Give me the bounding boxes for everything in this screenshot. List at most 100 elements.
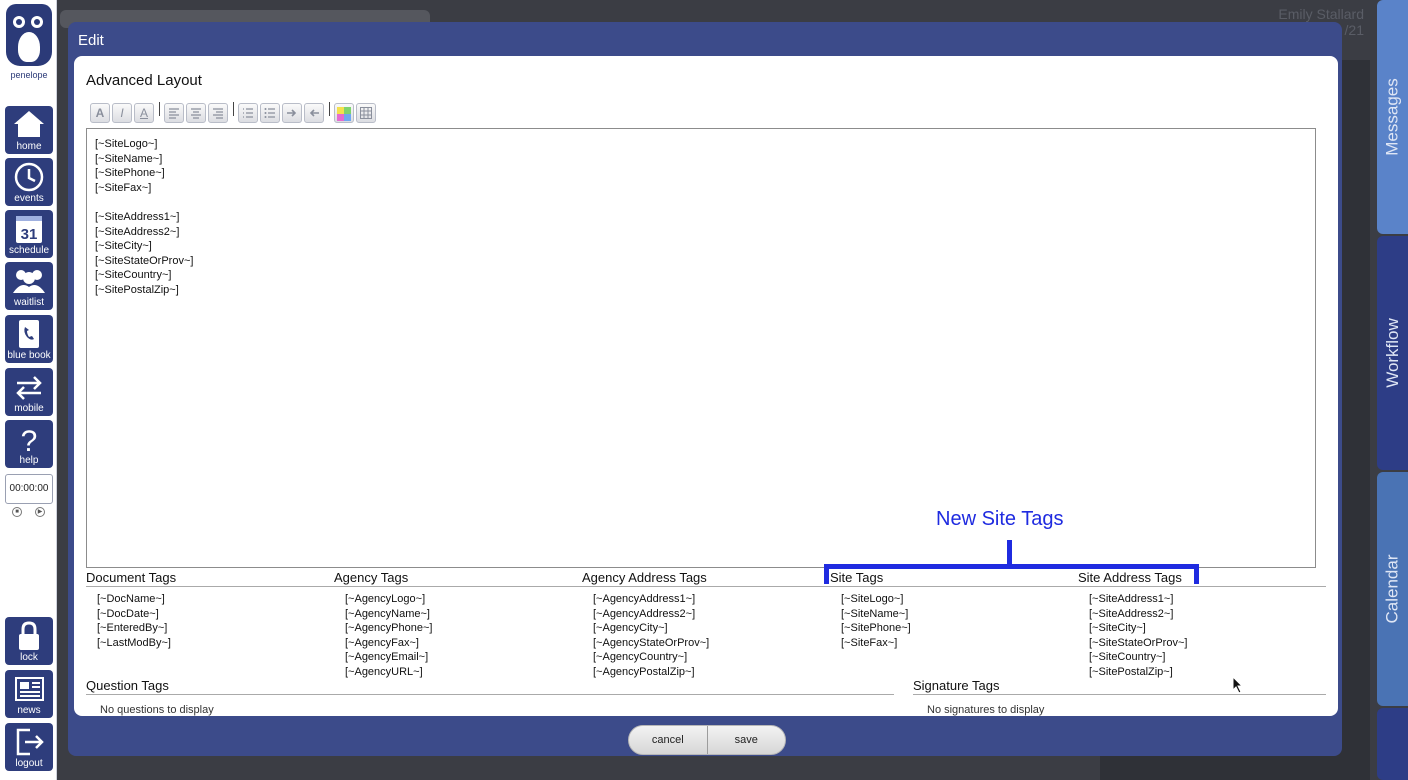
nav-label: lock <box>20 652 38 663</box>
nav-news-button[interactable]: news <box>5 670 53 718</box>
nav-schedule-button[interactable]: 31 schedule <box>5 210 53 258</box>
annotation-bracket <box>1194 564 1199 584</box>
signature-tags-divider <box>913 694 1326 695</box>
tag-item[interactable]: [~SiteAddress2~] <box>1089 607 1187 622</box>
nav-home-button[interactable]: home <box>5 106 53 154</box>
tag-item[interactable]: [~AgencyAddress2~] <box>593 607 709 622</box>
nav-label: logout <box>15 758 43 769</box>
nav-help-button[interactable]: ? help <box>5 420 53 468</box>
align-left-icon <box>169 108 179 119</box>
tag-item[interactable]: [~SitePostalZip~] <box>1089 665 1187 680</box>
editor-line: [~SiteName~] <box>95 152 163 165</box>
modal-title: Edit <box>78 32 104 49</box>
nav-label: waitlist <box>13 297 44 308</box>
editor-line: [~SiteStateOrProv~] <box>95 254 194 267</box>
layout-editor[interactable]: [~SiteLogo~] [~SiteName~] [~SitePhone~] … <box>86 128 1316 568</box>
underline-button[interactable]: A <box>134 103 154 123</box>
tag-item[interactable]: [~SiteName~] <box>841 607 911 622</box>
align-right-button[interactable] <box>208 103 228 123</box>
annotation-bracket <box>1007 540 1012 564</box>
tag-item[interactable]: [~LastModBy~] <box>97 636 171 651</box>
align-left-button[interactable] <box>164 103 184 123</box>
tag-item[interactable]: [~AgencyURL~] <box>345 665 432 680</box>
italic-button[interactable]: I <box>112 103 132 123</box>
nav-blue-book-button[interactable]: blue book <box>5 315 53 363</box>
tag-item[interactable]: [~EnteredBy~] <box>97 621 171 636</box>
nav-mobile-button[interactable]: mobile <box>5 368 53 416</box>
tag-item[interactable]: [~AgencyPhone~] <box>345 621 432 636</box>
editor-line: [~SiteAddress1~] <box>95 210 180 223</box>
align-center-button[interactable] <box>186 103 206 123</box>
ordered-list-icon <box>243 108 253 118</box>
nav-events-button[interactable]: events <box>5 158 53 206</box>
tag-item[interactable]: [~AgencyCity~] <box>593 621 709 636</box>
tag-item[interactable]: [~SiteLogo~] <box>841 592 911 607</box>
tag-item[interactable]: [~AgencyAddress1~] <box>593 592 709 607</box>
tag-item[interactable]: [~AgencyPostalZip~] <box>593 665 709 680</box>
save-button[interactable]: save <box>708 726 786 754</box>
cancel-button[interactable]: cancel <box>629 726 707 754</box>
background-user-name: Emily Stallard <box>1278 6 1364 22</box>
nav-label: news <box>17 705 41 716</box>
signature-tags-empty: No signatures to display <box>927 704 1045 716</box>
timer-play-icon[interactable]: ▶ <box>35 507 45 517</box>
tag-item[interactable]: [~SiteFax~] <box>841 636 911 651</box>
tag-item[interactable]: [~AgencyStateOrProv~] <box>593 636 709 651</box>
tag-item[interactable]: [~SiteCity~] <box>1089 621 1187 636</box>
tab-workflow[interactable]: Workflow <box>1377 236 1408 470</box>
tab-messages[interactable]: Messages <box>1377 0 1408 234</box>
calendar-icon: 31 <box>16 216 42 243</box>
agency-address-tags-list: [~AgencyAddress1~] [~AgencyAddress2~] [~… <box>593 592 709 680</box>
nav-lock-button[interactable]: lock <box>5 617 53 665</box>
indent-button[interactable] <box>282 103 302 123</box>
ordered-list-button[interactable] <box>238 103 258 123</box>
tag-item[interactable]: [~DocName~] <box>97 592 171 607</box>
bullet-list-button[interactable] <box>260 103 280 123</box>
site-address-tags-heading: Site Address Tags <box>1078 570 1182 585</box>
agency-address-tags-heading: Agency Address Tags <box>582 570 707 585</box>
tag-item[interactable]: [~SiteAddress1~] <box>1089 592 1187 607</box>
site-address-tags-list: [~SiteAddress1~] [~SiteAddress2~] [~Site… <box>1089 592 1187 680</box>
owl-logo-icon <box>6 4 52 66</box>
tag-item[interactable]: [~AgencyName~] <box>345 607 432 622</box>
site-tags-heading: Site Tags <box>830 570 884 585</box>
nav-label: mobile <box>14 403 44 414</box>
outdent-button[interactable] <box>304 103 324 123</box>
toolbar-separator <box>233 102 234 116</box>
tag-item[interactable]: [~AgencyCountry~] <box>593 650 709 665</box>
tab-extra[interactable] <box>1377 708 1408 780</box>
calendar-badge: 31 <box>21 226 38 243</box>
newspaper-icon <box>15 677 44 701</box>
modal-footer-buttons: cancel save <box>628 725 786 755</box>
color-picker-button[interactable] <box>334 103 354 123</box>
tag-item[interactable]: [~SiteCountry~] <box>1089 650 1187 665</box>
clock-icon <box>14 162 44 192</box>
timer-stop-icon[interactable]: ■ <box>12 507 22 517</box>
bold-button[interactable]: A <box>90 103 110 123</box>
tag-item[interactable]: [~AgencyEmail~] <box>345 650 432 665</box>
tag-item[interactable]: [~DocDate~] <box>97 607 171 622</box>
home-icon <box>14 111 44 137</box>
svg-text:?: ? <box>21 425 38 455</box>
edit-modal: Edit Advanced Layout A I A [~SiteLogo~] … <box>68 22 1342 756</box>
editor-line: [~SiteCountry~] <box>95 269 172 282</box>
align-right-icon <box>213 108 223 119</box>
nav-label: help <box>19 455 39 466</box>
tab-calendar[interactable]: Calendar <box>1377 472 1408 706</box>
tag-item[interactable]: [~AgencyLogo~] <box>345 592 432 607</box>
nav-logout-button[interactable]: logout <box>5 723 53 771</box>
editor-toolbar: A I A <box>90 102 378 124</box>
tag-item[interactable]: [~AgencyFax~] <box>345 636 432 651</box>
editor-line: [~SitePhone~] <box>95 167 165 180</box>
tab-workflow-label: Workflow <box>1382 318 1402 388</box>
document-tags-list: [~DocName~] [~DocDate~] [~EnteredBy~] [~… <box>97 592 171 650</box>
tag-item[interactable]: [~SitePhone~] <box>841 621 911 636</box>
tab-messages-label: Messages <box>1382 78 1402 156</box>
agency-tags-heading: Agency Tags <box>334 570 409 585</box>
arrow-left-icon <box>309 109 319 117</box>
question-tags-empty: No questions to display <box>100 704 214 716</box>
insert-table-button[interactable] <box>356 103 376 123</box>
nav-waitlist-button[interactable]: waitlist <box>5 262 53 310</box>
editor-line: [~SitePostalZip~] <box>95 283 179 296</box>
tag-item[interactable]: [~SiteStateOrProv~] <box>1089 636 1187 651</box>
